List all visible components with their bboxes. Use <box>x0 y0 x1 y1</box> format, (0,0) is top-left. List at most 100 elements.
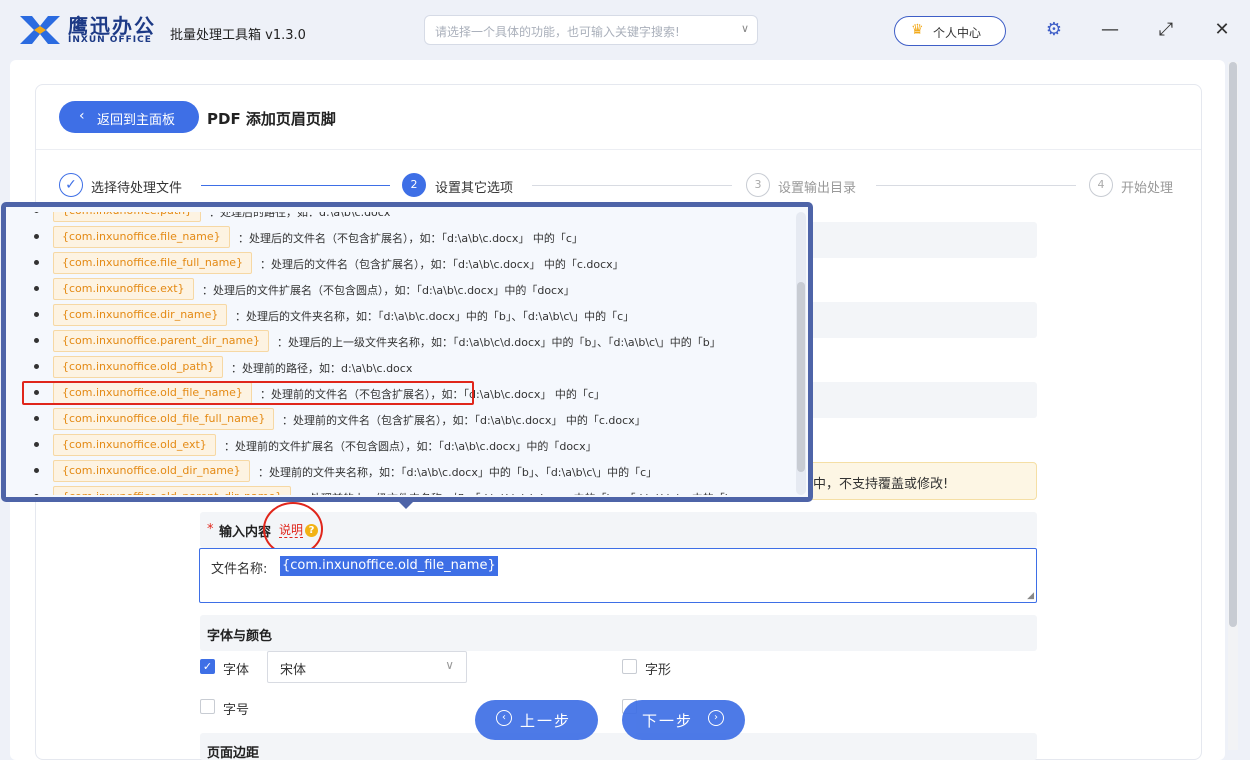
font-checkbox[interactable]: ✓ <box>200 659 215 674</box>
step-connector <box>876 185 1076 186</box>
bullet <box>34 468 39 473</box>
bullet <box>34 416 39 421</box>
list-item: {com.inxunoffice.path} ：处理后的路径，如：d:\a\b\c… <box>24 212 784 225</box>
list-item: {com.inxunoffice.old_ext} ：处理前的文件扩展名（不包含圆… <box>24 433 784 459</box>
step-2-number: 2 <box>402 173 426 197</box>
minimize-icon[interactable]: — <box>1098 18 1122 42</box>
step-3-label: 设置输出目录 <box>778 181 857 196</box>
font-section-header <box>200 615 1037 651</box>
selected-variable: {com.inxunoffice.old_file_name} <box>280 556 498 576</box>
app-logo-icon <box>20 16 60 44</box>
step-1-check-icon: ✓ <box>59 173 83 197</box>
margin-section-header <box>200 733 1037 760</box>
variable-description: ：处理前的文件名（包含扩展名），如：「d:\a\b\c.docx」 中的「c.d… <box>282 414 646 427</box>
chevron-left-icon: ‹ <box>79 108 85 124</box>
variable-tag[interactable]: {com.inxunoffice.old_file_full_name} <box>53 408 275 430</box>
variable-description: ：处理后的文件扩展名（不包含圆点），如：「d:\a\b\c.docx」中的「do… <box>202 284 575 297</box>
variable-description: ：处理前的路径，如：d:\a\b\c.docx <box>231 362 413 375</box>
variable-description: ：处理前的文件夹名称，如：「d:\a\b\c.docx」中的「b」、「d:\a\… <box>258 466 658 479</box>
font-label: 字体 <box>223 663 250 678</box>
step-connector <box>532 185 732 186</box>
list-item: {com.inxunoffice.ext} ：处理后的文件扩展名（不包含圆点），如… <box>24 277 784 303</box>
next-step-button[interactable]: 下一步 › <box>622 700 745 740</box>
variable-tag[interactable]: {com.inxunoffice.old_ext} <box>53 434 216 456</box>
textarea-prefix: 文件名称: <box>211 562 268 577</box>
chevron-down-icon: ∨ <box>445 658 454 672</box>
back-to-main-button[interactable]: ‹ 返回到主面板 <box>59 101 199 133</box>
chevron-right-circle-icon: › <box>708 710 724 726</box>
prev-step-label: 上一步 <box>520 712 572 730</box>
list-item: {com.inxunoffice.old_dir_name} ：处理前的文件夹名称… <box>24 459 784 485</box>
search-placeholder: 请选择一个具体的功能，也可输入关键字搜索! <box>435 25 680 39</box>
notice-text: 中，不支持覆盖或修改! <box>813 477 949 492</box>
resize-grip-icon[interactable]: ◢ <box>1027 591 1034 601</box>
user-center-label: 个人中心 <box>933 26 982 40</box>
variable-description: ：处理后的文件名（包含扩展名），如：「d:\a\b\c.docx」 中的「c.d… <box>260 258 624 271</box>
style-label: 字形 <box>645 663 672 678</box>
next-step-label: 下一步 <box>642 712 694 730</box>
bullet <box>34 234 39 239</box>
step-2-label: 设置其它选项 <box>435 181 514 196</box>
variable-tag[interactable]: {com.inxunoffice.ext} <box>53 278 194 300</box>
size-label: 字号 <box>223 703 250 718</box>
variable-tag[interactable]: {com.inxunoffice.file_name} <box>53 226 230 248</box>
font-select[interactable]: 宋体 ∨ <box>267 651 467 683</box>
scrollbar-thumb[interactable] <box>1229 62 1237 627</box>
input-section-header <box>200 512 1037 548</box>
list-item: {com.inxunoffice.dir_name} ：处理后的文件夹名称，如：「… <box>24 303 784 329</box>
variable-tag[interactable]: {com.inxunoffice.path} <box>53 212 202 222</box>
main-scrollbar[interactable] <box>1228 62 1238 750</box>
step-4-number: 4 <box>1089 173 1113 197</box>
close-icon[interactable]: ✕ <box>1210 18 1234 42</box>
maximize-icon[interactable]: ⤢ <box>1154 18 1178 42</box>
variable-description: ：处理后的文件名（不包含扩展名），如：「d:\a\b\c.docx」 中的「c」 <box>238 232 583 245</box>
variable-description: ：处理后的文件夹名称，如：「d:\a\b\c.docx」中的「b」、「d:\a\… <box>235 310 635 323</box>
app-title: 批量处理工具箱 v1.3.0 <box>170 28 306 43</box>
variable-description: ：处理后的路径，如：d:\a\b\c.docx <box>209 212 391 219</box>
warning-notice: 中，不支持覆盖或修改! <box>780 462 1037 500</box>
variable-tag[interactable]: {com.inxunoffice.dir_name} <box>53 304 228 326</box>
highlight-rectangle <box>22 381 474 405</box>
variable-description: ：处理前的上一级文件夹名称，如：「d:\a\b\c\d.docx」中的「b」、「… <box>299 490 743 495</box>
search-input[interactable]: 请选择一个具体的功能，也可输入关键字搜索! ∨ <box>424 15 758 45</box>
list-item: {com.inxunoffice.file_full_name} ：处理后的文件名… <box>24 251 784 277</box>
page-title: PDF 添加页眉页脚 <box>207 110 336 128</box>
bullet <box>34 364 39 369</box>
bullet <box>34 212 39 213</box>
variable-tag[interactable]: {com.inxunoffice.parent_dir_name} <box>53 330 269 352</box>
crown-icon: ♛ <box>911 22 924 38</box>
user-center-button[interactable]: ♛ 个人中心 <box>894 16 1006 46</box>
step-3-number: 3 <box>746 173 770 197</box>
list-item: {com.inxunoffice.old_parent_dir_name} ：处理… <box>24 485 784 495</box>
font-section-title: 字体与颜色 <box>207 629 273 644</box>
bullet <box>34 442 39 447</box>
back-label: 返回到主面板 <box>97 113 176 128</box>
list-item: {com.inxunoffice.parent_dir_name} ：处理后的上一… <box>24 329 784 355</box>
variable-tag[interactable]: {com.inxunoffice.file_full_name} <box>53 252 253 274</box>
style-checkbox[interactable] <box>622 659 637 674</box>
step-connector <box>201 185 390 186</box>
size-checkbox[interactable] <box>200 699 215 714</box>
popover-scrollbar-thumb[interactable] <box>797 282 805 472</box>
margin-section-title: 页面边距 <box>207 746 260 760</box>
variable-tag[interactable]: {com.inxunoffice.old_parent_dir_name} <box>53 486 292 495</box>
step-1-label: 选择待处理文件 <box>91 181 183 196</box>
variable-tag[interactable]: {com.inxunoffice.old_path} <box>53 356 224 378</box>
required-star: * <box>207 522 214 537</box>
bullet <box>34 338 39 343</box>
chevron-left-circle-icon: ‹ <box>496 710 512 726</box>
list-item: {com.inxunoffice.old_file_full_name} ：处理前… <box>24 407 784 433</box>
prev-step-button[interactable]: ‹ 上一步 <box>475 700 598 740</box>
step-4-label: 开始处理 <box>1121 181 1174 196</box>
variable-description: ：处理后的上一级文件夹名称，如：「d:\a\b\c\d.docx」中的「b」、「… <box>277 336 721 349</box>
variables-list: {com.inxunoffice.path} ：处理后的路径，如：d:\a\b\c… <box>24 212 790 495</box>
popover-scrollbar[interactable] <box>796 212 806 495</box>
content-textarea[interactable]: 文件名称: {com.inxunoffice.old_file_name} ◢ <box>199 548 1037 603</box>
brand-name-en: INXUN OFFICE <box>68 35 152 45</box>
bullet <box>34 494 39 495</box>
list-item: {com.inxunoffice.old_path} ：处理前的路径，如：d:\a… <box>24 355 784 381</box>
variable-tag[interactable]: {com.inxunoffice.old_dir_name} <box>53 460 250 482</box>
bullet <box>34 312 39 317</box>
gear-icon[interactable]: ⚙ <box>1044 20 1064 40</box>
variables-popover: {com.inxunoffice.path} ：处理后的路径，如：d:\a\b\c… <box>1 202 813 502</box>
